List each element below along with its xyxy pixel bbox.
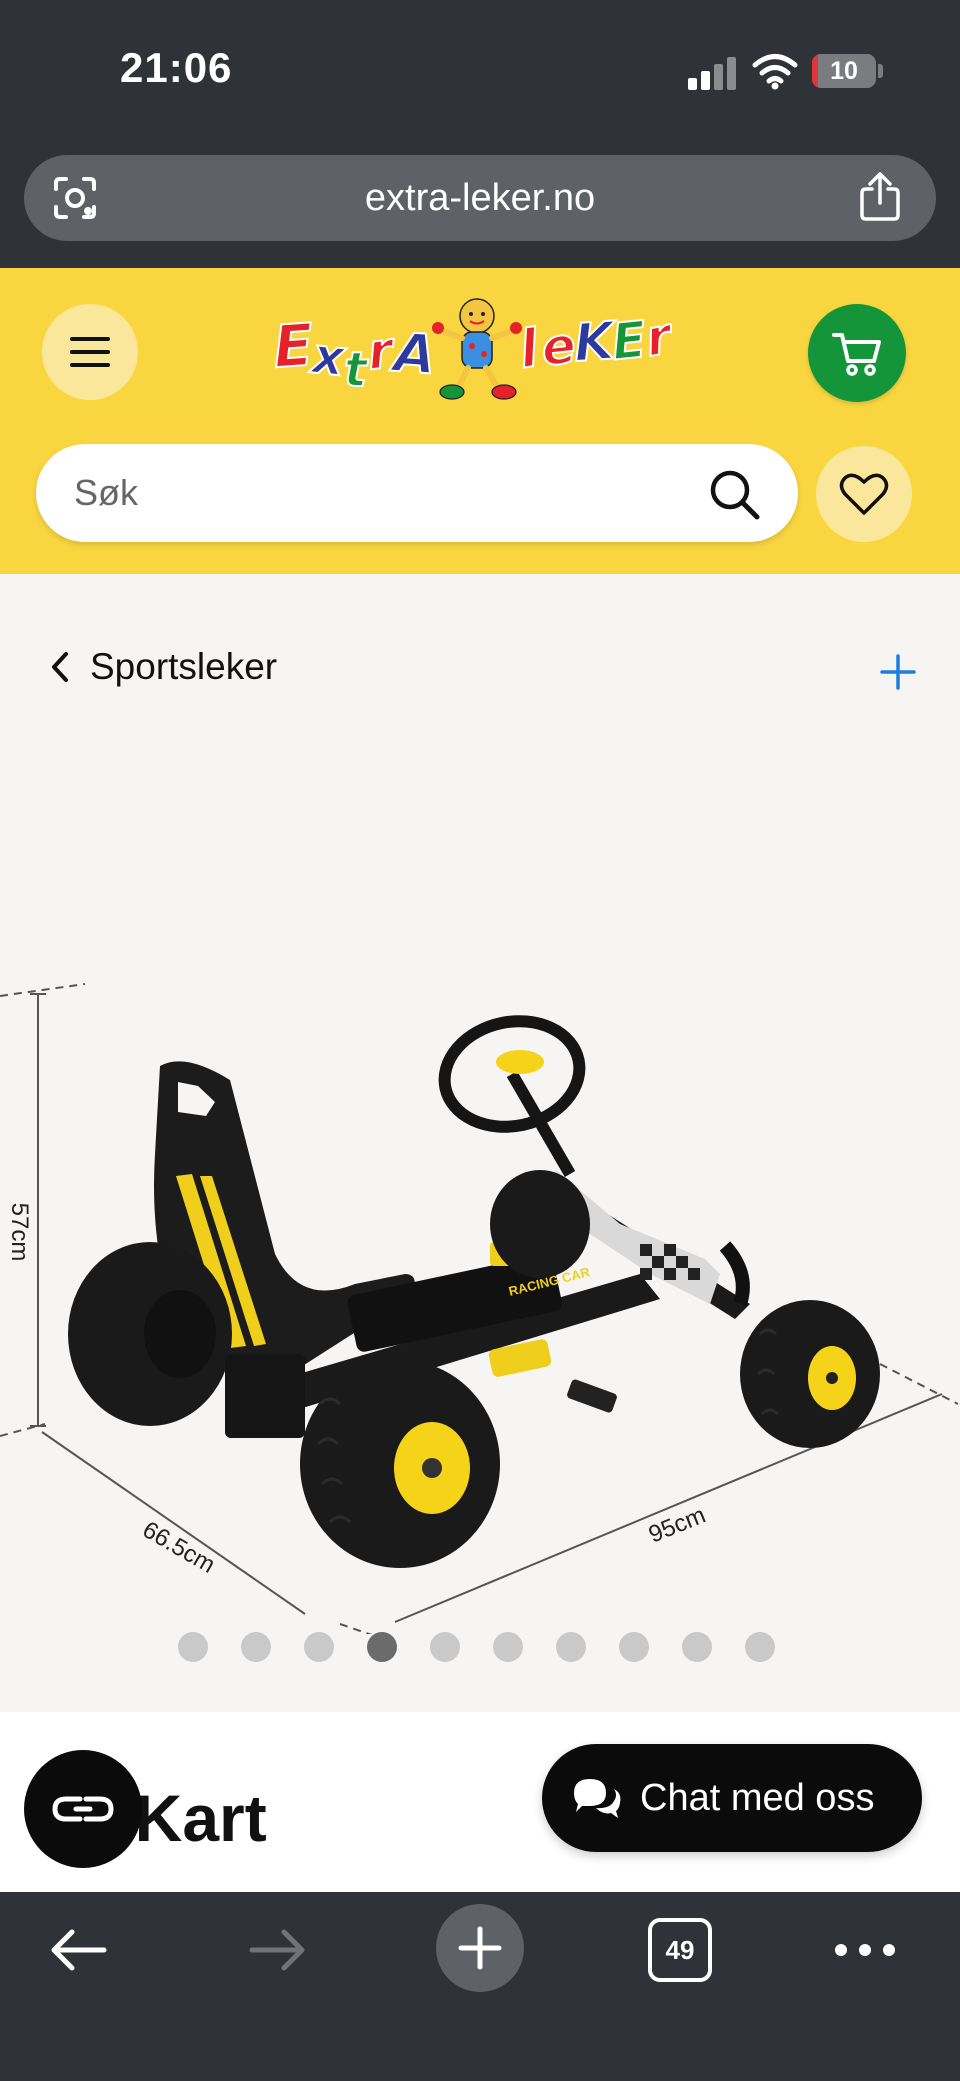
back-button[interactable] [40, 1912, 116, 1988]
cart-icon [832, 333, 881, 376]
wifi-icon [752, 54, 798, 90]
chat-label: Chat med oss [640, 1776, 875, 1819]
product-image[interactable]: 57cm 66.5cm 95cm RACING CAR [0, 974, 960, 1634]
loop-widget-button[interactable] [24, 1750, 142, 1868]
carousel-dot-active[interactable] [367, 1632, 397, 1662]
svg-text:x: x [306, 326, 349, 388]
image-carousel-dots [178, 1632, 775, 1662]
breadcrumb[interactable]: Sportsleker [50, 646, 277, 688]
carousel-dot[interactable] [304, 1632, 334, 1662]
plus-icon [458, 1926, 502, 1970]
status-time: 21:06 [120, 44, 233, 91]
cart-button[interactable] [808, 304, 906, 402]
chat-button[interactable]: Chat med oss [542, 1744, 922, 1852]
battery-level: 10 [830, 57, 858, 85]
product-page: Sportsleker 57cm 66.5cm 95cm RACING CAR … [0, 574, 960, 1892]
menu-button[interactable] [42, 304, 138, 400]
carousel-dot[interactable] [430, 1632, 460, 1662]
tabs-button[interactable]: 49 [648, 1918, 712, 1982]
dimension-length: 95cm [645, 1502, 710, 1549]
loop-icon [52, 1796, 114, 1822]
new-tab-button[interactable] [436, 1904, 524, 1992]
status-bar: 21:06 10 [0, 0, 960, 140]
carousel-dot[interactable] [745, 1632, 775, 1662]
breadcrumb-label[interactable]: Sportsleker [90, 646, 277, 688]
forward-arrow-icon [249, 1929, 305, 1971]
share-icon[interactable] [858, 171, 902, 223]
search-icon[interactable] [708, 468, 760, 520]
url-text[interactable]: extra-leker.no [24, 177, 936, 220]
battery-icon: 10 [812, 54, 876, 88]
wishlist-button[interactable] [816, 446, 912, 542]
svg-text:E: E [272, 311, 315, 382]
carousel-dot[interactable] [682, 1632, 712, 1662]
svg-text:t: t [344, 342, 369, 398]
svg-text:A: A [388, 321, 438, 387]
heart-icon [839, 473, 889, 515]
chat-bubbles-icon [574, 1779, 621, 1818]
hamburger-icon [70, 337, 110, 367]
plus-icon[interactable] [876, 650, 920, 694]
search-input[interactable] [74, 444, 694, 542]
chevron-left-icon [52, 652, 68, 682]
back-arrow-icon [51, 1929, 107, 1971]
address-bar[interactable]: extra-leker.no [24, 155, 936, 241]
site-header: E x t r A l e K E r [0, 268, 960, 574]
mascot-icon [432, 298, 522, 400]
carousel-dot[interactable] [493, 1632, 523, 1662]
carousel-dot[interactable] [619, 1632, 649, 1662]
dimension-height: 57cm [6, 1203, 33, 1262]
site-logo[interactable]: E x t r A l e K E r [272, 294, 684, 406]
more-icon[interactable] [830, 1912, 900, 1988]
carousel-dot[interactable] [556, 1632, 586, 1662]
forward-button[interactable] [240, 1912, 316, 1988]
carousel-dot[interactable] [241, 1632, 271, 1662]
carousel-dot[interactable] [178, 1632, 208, 1662]
tab-count: 49 [665, 1934, 695, 1965]
signal-icon [688, 56, 738, 90]
browser-toolbar: 49 [0, 1892, 960, 2081]
search-box[interactable] [36, 444, 798, 542]
